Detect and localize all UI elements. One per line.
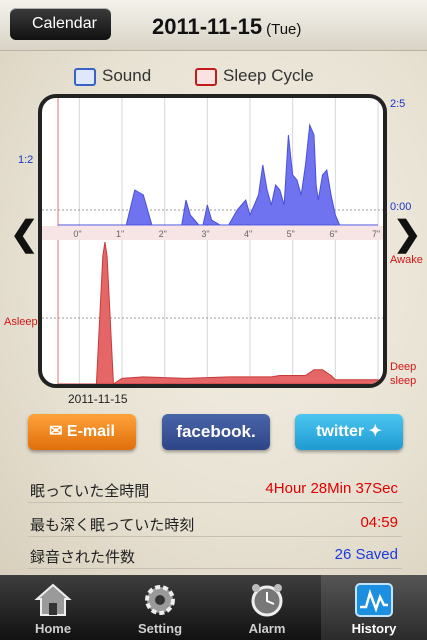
tab-home-label: Home <box>34 621 72 636</box>
legend-sound-label: Sound <box>102 66 152 85</box>
home-icon <box>34 583 72 616</box>
info-row-deepest-sleep: 最も深く眠っていた時刻 04:59 <box>28 508 402 537</box>
hour-tick-label: 3" <box>201 229 209 239</box>
sleep-cycle-area <box>58 241 379 384</box>
hour-tick-label: 1" <box>116 229 124 239</box>
facebook-share-button[interactable]: facebook. <box>162 414 270 450</box>
deepest-sleep-label: 最も深く眠っていた時刻 <box>30 517 195 534</box>
legend-sound: Sound <box>74 66 151 88</box>
recordings-label: 録音された件数 <box>30 549 136 566</box>
sound-wave-icon <box>74 67 96 86</box>
tab-history-label: History <box>351 621 397 636</box>
tab-setting-label: Setting <box>137 621 183 636</box>
date-text: 2011-11-15 <box>152 14 263 39</box>
sound-axis-top-label: 2:5 <box>390 98 406 110</box>
calendar-back-button[interactable]: Calendar <box>10 8 111 40</box>
total-sleep-value: 4Hour 28Min 37Sec <box>265 480 398 497</box>
previous-day-arrow-icon[interactable]: ❮ <box>10 214 39 254</box>
sound-axis-mid-label: 1:2 <box>18 154 34 166</box>
deepest-sleep-value: 04:59 <box>360 514 398 531</box>
hour-tick-label: 0" <box>73 229 81 239</box>
tab-bar: Home Setting Alarm History <box>0 575 427 640</box>
chart-date: 2011-11-15 <box>68 392 128 406</box>
twitter-share-label: twitter <box>316 423 365 440</box>
history-chart-icon <box>355 583 393 617</box>
awake-label: Awake <box>390 254 423 266</box>
email-share-label: E-mail <box>66 423 115 440</box>
sleep-chart: 0" 1" 2" 3" 4" 5" 6" 7" <box>38 94 387 388</box>
next-day-arrow-icon[interactable]: ❯ <box>393 214 422 254</box>
facebook-share-label: facebook. <box>176 422 256 441</box>
hour-tick-label: 6" <box>329 229 337 239</box>
mail-icon: ✉ <box>49 423 63 440</box>
tab-home[interactable]: Home <box>0 575 106 640</box>
asleep-label: Asleep <box>4 316 38 328</box>
gear-icon <box>145 585 175 615</box>
legend-sleep-cycle: Sleep Cycle <box>195 66 314 88</box>
hour-tick-label: 5" <box>287 229 295 239</box>
sleep-cycle-icon <box>195 67 217 86</box>
page-title: 2011-11-15 (Tue) <box>152 14 301 40</box>
tab-history[interactable]: History <box>321 575 427 640</box>
hour-tick-label: 7" <box>372 229 380 239</box>
tab-alarm[interactable]: Alarm <box>214 575 320 640</box>
sound-axis-zero-label: 0:00 <box>390 201 412 213</box>
info-row-total-sleep: 眠っていた全時間 4Hour 28Min 37Sec <box>28 474 402 503</box>
legend-sleep-label: Sleep Cycle <box>223 66 314 85</box>
recordings-value: 26 Saved <box>334 546 398 563</box>
hour-tick-label: 4" <box>244 229 252 239</box>
info-row-recordings: 録音された件数 26 Saved <box>28 540 402 569</box>
chart-svg: 0" 1" 2" 3" 4" 5" 6" 7" <box>42 98 383 384</box>
twitter-share-button[interactable]: twitter ✦ <box>295 414 403 450</box>
twitter-bird-icon: ✦ <box>368 423 382 440</box>
deep-label: Deep <box>390 361 417 373</box>
tab-setting[interactable]: Setting <box>107 575 213 640</box>
hour-tick-label: 2" <box>159 229 167 239</box>
total-sleep-label: 眠っていた全時間 <box>30 483 150 500</box>
alarm-clock-icon <box>251 584 283 617</box>
email-share-button[interactable]: ✉ E-mail <box>28 414 136 450</box>
sleep-label: sleep <box>390 375 417 387</box>
weekday-text: (Tue) <box>266 21 302 38</box>
tab-alarm-label: Alarm <box>248 621 286 636</box>
navigation-bar: Calendar 2011-11-15 (Tue) <box>0 0 427 51</box>
